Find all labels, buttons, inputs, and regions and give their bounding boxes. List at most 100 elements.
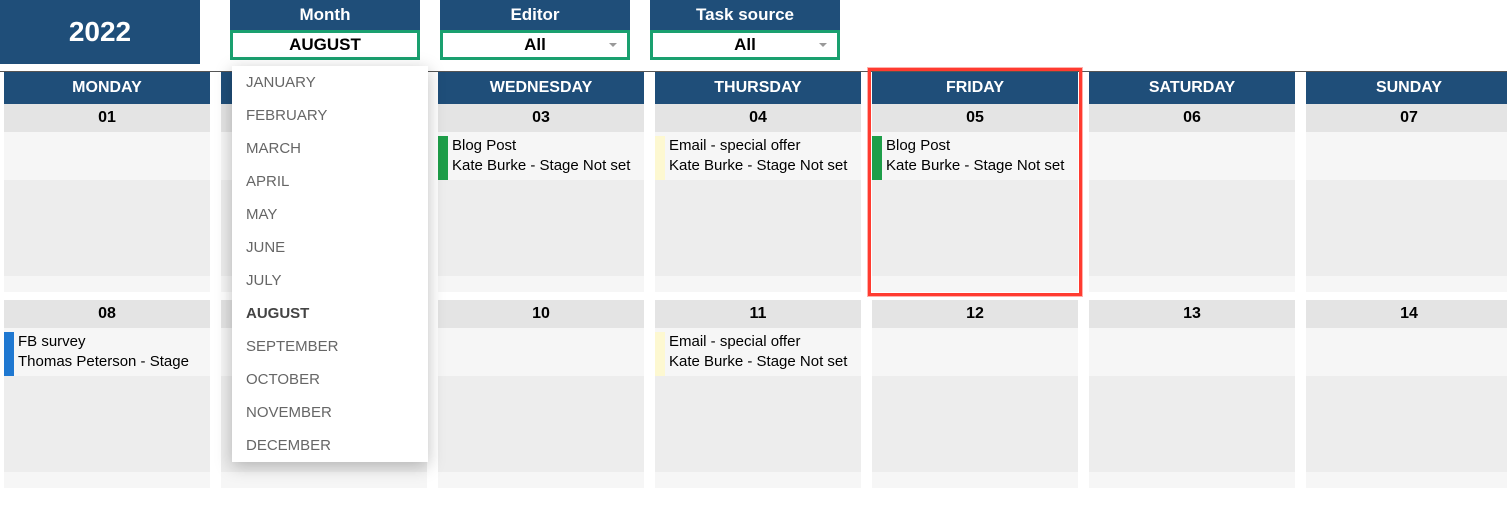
task-slot bbox=[438, 328, 644, 376]
task-item[interactable]: Email - special offerKate Burke - Stage … bbox=[655, 132, 861, 180]
task-color-bar bbox=[655, 428, 665, 472]
day-number: 10 bbox=[438, 300, 644, 328]
day-header: FRIDAY bbox=[872, 72, 1078, 104]
filter-task-source-label: Task source bbox=[650, 0, 840, 30]
month-option[interactable]: SEPTEMBER bbox=[232, 330, 428, 363]
task-color-bar bbox=[1306, 380, 1316, 424]
task-color-bar bbox=[1306, 136, 1316, 180]
task-source-value: All bbox=[734, 35, 756, 55]
day-cell[interactable]: Email - special offerKate Burke - Stage … bbox=[655, 328, 861, 488]
task-slot bbox=[1089, 180, 1295, 228]
day-header: SATURDAY bbox=[1089, 72, 1295, 104]
day-number: 12 bbox=[872, 300, 1078, 328]
task-slot bbox=[438, 180, 644, 228]
task-slot bbox=[4, 424, 210, 472]
day-number: 11 bbox=[655, 300, 861, 328]
filter-month: Month AUGUST bbox=[230, 0, 420, 60]
month-option[interactable]: NOVEMBER bbox=[232, 396, 428, 429]
day-number: 13 bbox=[1089, 300, 1295, 328]
month-option[interactable]: JUNE bbox=[232, 231, 428, 264]
task-color-bar bbox=[221, 380, 231, 424]
task-title: Blog Post bbox=[886, 136, 1078, 156]
task-color-bar bbox=[221, 136, 231, 180]
month-option[interactable]: APRIL bbox=[232, 165, 428, 198]
task-title: Blog Post bbox=[452, 136, 644, 156]
task-source-dropdown[interactable]: All bbox=[650, 30, 840, 60]
task-item[interactable]: Email - special offerKate Burke - Stage … bbox=[655, 328, 861, 376]
day-cell[interactable] bbox=[872, 328, 1078, 488]
task-color-bar bbox=[221, 428, 231, 472]
month-option[interactable]: AUGUST bbox=[232, 297, 428, 330]
day-cell[interactable] bbox=[438, 328, 644, 488]
task-color-bar bbox=[655, 332, 665, 376]
chevron-down-icon bbox=[607, 39, 619, 51]
task-item[interactable]: Blog PostKate Burke - Stage Not set bbox=[438, 132, 644, 180]
day-cell[interactable]: Blog PostKate Burke - Stage Not set bbox=[438, 132, 644, 292]
day-cell[interactable]: Blog PostKate Burke - Stage Not set bbox=[872, 132, 1078, 292]
task-slot bbox=[1306, 228, 1507, 276]
task-color-bar bbox=[438, 232, 448, 276]
month-dropdown-menu[interactable]: JANUARYFEBRUARYMARCHAPRILMAYJUNEJULYAUGU… bbox=[232, 66, 428, 462]
month-option[interactable]: DECEMBER bbox=[232, 429, 428, 462]
task-slot bbox=[655, 228, 861, 276]
task-slot bbox=[4, 376, 210, 424]
task-slot bbox=[872, 376, 1078, 424]
day-header: WEDNESDAY bbox=[438, 72, 644, 104]
month-dropdown[interactable]: AUGUST bbox=[230, 30, 420, 60]
day-cell[interactable] bbox=[1089, 132, 1295, 292]
day-header: SUNDAY bbox=[1306, 72, 1507, 104]
task-color-bar bbox=[1306, 184, 1316, 228]
day-cell[interactable] bbox=[1306, 328, 1507, 488]
task-color-bar bbox=[4, 232, 14, 276]
month-option[interactable]: JANUARY bbox=[232, 66, 428, 99]
task-slot bbox=[438, 424, 644, 472]
day-cell[interactable] bbox=[4, 132, 210, 292]
task-text: Email - special offerKate Burke - Stage … bbox=[669, 136, 861, 177]
month-option[interactable]: MARCH bbox=[232, 132, 428, 165]
task-sub: Kate Burke - Stage Not set bbox=[452, 156, 644, 176]
task-slot bbox=[1306, 328, 1507, 376]
task-color-bar bbox=[655, 136, 665, 180]
task-color-bar bbox=[872, 380, 882, 424]
task-color-bar bbox=[4, 136, 14, 180]
task-slot bbox=[872, 328, 1078, 376]
task-slot bbox=[872, 228, 1078, 276]
task-color-bar bbox=[1306, 332, 1316, 376]
task-slot bbox=[1089, 328, 1295, 376]
task-slot bbox=[1089, 424, 1295, 472]
day-number: 01 bbox=[4, 104, 210, 132]
task-slot bbox=[1306, 180, 1507, 228]
task-color-bar bbox=[4, 380, 14, 424]
task-color-bar bbox=[872, 428, 882, 472]
task-color-bar bbox=[1306, 232, 1316, 276]
task-text: Blog PostKate Burke - Stage Not set bbox=[452, 136, 644, 177]
month-option[interactable]: FEBRUARY bbox=[232, 99, 428, 132]
task-slot bbox=[1089, 132, 1295, 180]
month-option[interactable]: JULY bbox=[232, 264, 428, 297]
task-slot bbox=[4, 180, 210, 228]
task-slot bbox=[655, 376, 861, 424]
task-slot bbox=[872, 424, 1078, 472]
task-color-bar bbox=[1089, 136, 1099, 180]
month-option[interactable]: OCTOBER bbox=[232, 363, 428, 396]
task-item[interactable]: FB surveyThomas Peterson - Stage Not set bbox=[4, 328, 210, 376]
month-option[interactable]: MAY bbox=[232, 198, 428, 231]
task-item[interactable]: Blog PostKate Burke - Stage Not set bbox=[872, 132, 1078, 180]
editor-dropdown[interactable]: All bbox=[440, 30, 630, 60]
task-sub: Kate Burke - Stage Not set bbox=[886, 156, 1078, 176]
task-slot bbox=[1306, 132, 1507, 180]
day-number: 04 bbox=[655, 104, 861, 132]
task-title: Email - special offer bbox=[669, 332, 861, 352]
day-cell[interactable] bbox=[1306, 132, 1507, 292]
task-color-bar bbox=[221, 332, 231, 376]
task-slot bbox=[438, 228, 644, 276]
task-color-bar bbox=[872, 332, 882, 376]
day-cell[interactable] bbox=[1089, 328, 1295, 488]
day-number: 14 bbox=[1306, 300, 1507, 328]
editor-value: All bbox=[524, 35, 546, 55]
task-color-bar bbox=[1089, 380, 1099, 424]
task-sub: Kate Burke - Stage Not set bbox=[669, 156, 861, 176]
day-cell[interactable]: Email - special offerKate Burke - Stage … bbox=[655, 132, 861, 292]
task-color-bar bbox=[1306, 428, 1316, 472]
day-cell[interactable]: FB surveyThomas Peterson - Stage Not set bbox=[4, 328, 210, 488]
